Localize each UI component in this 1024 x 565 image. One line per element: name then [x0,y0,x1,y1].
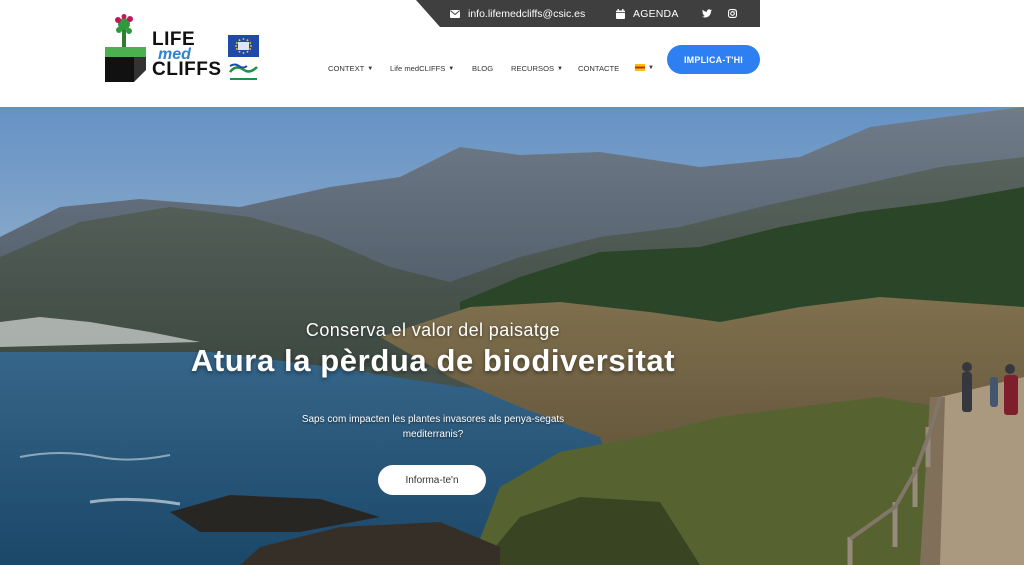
twitter-link[interactable] [702,0,712,27]
instagram-link[interactable] [728,0,737,27]
email-icon [450,9,460,18]
site-logo[interactable]: LIFE med CLIFFS [104,14,264,86]
logo-line-life: LIFE [152,29,196,50]
implicat-hi-button[interactable]: IMPLICA-T'HI [667,45,760,74]
site-header: info.lifemedcliffs@csic.es AGENDA LIFE m… [0,0,1024,107]
catalan-flag-icon [635,64,645,71]
nav-item-label: BLOG [472,64,494,73]
calendar-icon [616,8,625,19]
email-link[interactable]: info.lifemedcliffs@csic.es [450,0,585,27]
nav-item-context[interactable]: CONTEXT ▼ [328,64,373,73]
language-selector[interactable]: ▼ [635,64,654,71]
twitter-icon [702,9,712,18]
nav-item-life-medcliffs[interactable]: Life medCLIFFS ▼ [390,64,454,73]
chevron-down-icon: ▼ [557,65,563,72]
agenda-link[interactable]: AGENDA [616,0,679,27]
nav-item-label: CONTEXT [328,64,365,73]
chevron-down-icon: ▼ [648,64,654,71]
hero-title: Atura la pèrdua de biodiversitat [190,343,676,378]
hero-banner: Conserva el valor del paisatge Atura la … [0,107,1024,565]
page: info.lifemedcliffs@csic.es AGENDA LIFE m… [0,0,1024,565]
logo-line-cliffs: CLIFFS [152,59,222,80]
logo-wordmark: LIFE med CLIFFS [152,29,222,80]
email-text: info.lifemedcliffs@csic.es [468,7,586,20]
chevron-down-icon: ▼ [367,65,374,72]
instagram-icon [728,9,737,18]
nav-item-label: CONTACTE [578,64,620,73]
nav-item-label: RECURSOS [511,64,555,73]
chevron-down-icon: ▼ [448,65,455,72]
agenda-text: AGENDA [633,7,679,20]
nav-item-contacte[interactable]: CONTACTE [578,64,619,73]
nav-item-label: Life medCLIFFS [390,64,446,73]
hero-kicker: Conserva el valor del paisatge [305,320,561,340]
nav-item-blog[interactable]: BLOG [472,64,493,73]
hero-subtitle: Saps com impacten les plantes invasores … [301,414,565,440]
top-contact-bar: info.lifemedcliffs@csic.es AGENDA [416,0,760,27]
nav-item-recursos[interactable]: RECURSOS ▼ [511,64,563,73]
informate-button[interactable]: Informa-te'n [378,465,486,495]
